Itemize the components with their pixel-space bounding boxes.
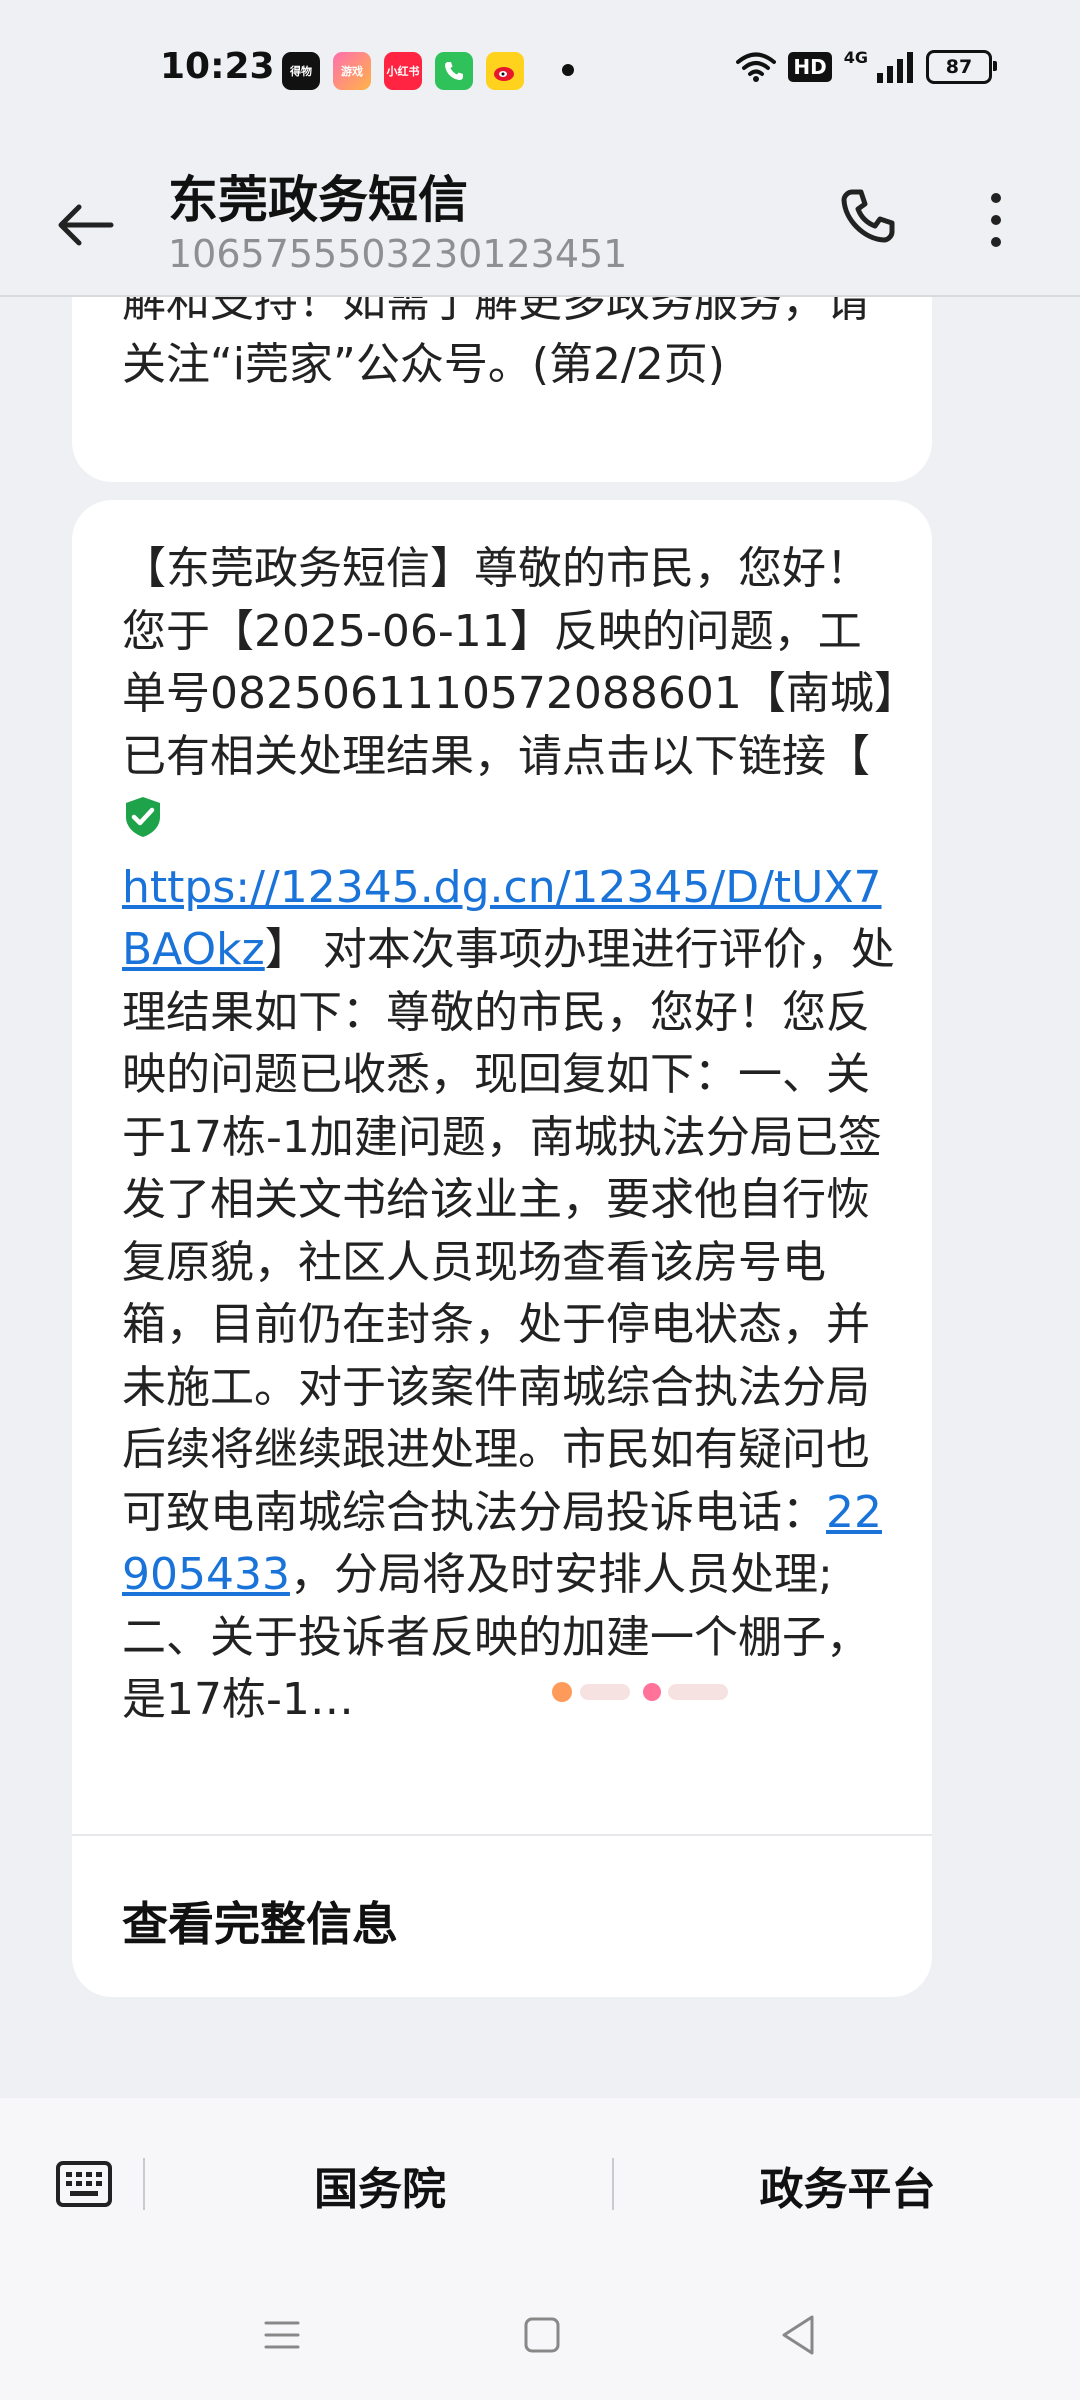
system-navigation-bar — [0, 2273, 1080, 2400]
notification-icons: 得物 游戏 小红书 — [282, 52, 524, 90]
dewu-app-icon: 得物 — [282, 52, 320, 90]
menu-icon — [264, 2321, 300, 2349]
system-icons: HD 4G 87 — [736, 48, 997, 84]
message-text-part1: 【东莞政务短信】尊敬的市民，您好！您于【2025-06-11】反映的问题，工单号… — [122, 543, 896, 782]
conversation-header: 东莞政务短信 1065755503230123451 — [0, 140, 1080, 297]
previous-message-bubble[interactable]: 解和支持！如需了解更多政务服务，请关注“i莞家”公众号。(第2/2页) — [72, 270, 932, 482]
home-button[interactable] — [522, 2315, 562, 2359]
quick-reply-bar: 国务院 政务平台 — [0, 2098, 1080, 2273]
status-time: 10:23 — [160, 46, 275, 87]
quick-reply-zhengwu-platform[interactable]: 政务平台 — [615, 2153, 1080, 2217]
keyboard-button[interactable] — [56, 2160, 112, 2208]
keyboard-icon — [56, 2161, 112, 2207]
call-button[interactable] — [836, 184, 900, 252]
message-bubble[interactable]: 【东莞政务短信】尊敬的市民，您好！您于【2025-06-11】反映的问题，工单号… — [72, 500, 932, 1997]
signal-icon — [877, 52, 913, 83]
wifi-icon — [736, 52, 777, 82]
more-dot — [991, 237, 1001, 247]
recent-apps-button[interactable] — [262, 2315, 302, 2359]
back-button[interactable] — [50, 190, 120, 260]
quick-reply-guowuyuan[interactable]: 国务院 — [145, 2153, 615, 2217]
more-dot — [991, 215, 1001, 225]
back-triangle-icon — [782, 2315, 814, 2355]
bubble-divider — [72, 1834, 932, 1836]
contact-name: 东莞政务短信 — [168, 171, 468, 229]
battery-icon: 87 — [926, 50, 997, 84]
system-back-button[interactable] — [778, 2313, 818, 2361]
battery-level: 87 — [945, 56, 973, 78]
watermark-icon — [552, 1682, 728, 1702]
phone-app-icon — [435, 52, 473, 90]
mini-game-app-icon: 游戏 — [333, 52, 371, 90]
message-text: 【东莞政务短信】尊敬的市民，您好！您于【2025-06-11】反映的问题，工单号… — [122, 538, 902, 1732]
view-full-message-button[interactable]: 查看完整信息 — [122, 1888, 398, 1954]
back-arrow-icon — [58, 204, 114, 246]
hd-icon: HD — [788, 52, 832, 82]
more-options-button[interactable] — [976, 180, 1016, 260]
contact-number: 1065755503230123451 — [168, 232, 628, 276]
divider — [612, 2158, 614, 2210]
shield-check-icon — [122, 794, 164, 857]
network-type: 4G — [843, 48, 868, 67]
status-bar: 10:23 得物 游戏 小红书 HD 4G 87 — [0, 0, 1080, 140]
more-notifications-dot — [562, 64, 574, 76]
message-text-part2: 】 对本次事项办理进行评价，处理结果如下：尊敬的市民，您好！您反映的问题已收悉，… — [122, 924, 895, 1538]
xiaohongshu-app-icon: 小红书 — [384, 52, 422, 90]
weibo-app-icon — [486, 52, 524, 90]
more-dot — [991, 193, 1001, 203]
home-square-icon — [524, 2317, 560, 2353]
phone-icon — [841, 189, 895, 243]
